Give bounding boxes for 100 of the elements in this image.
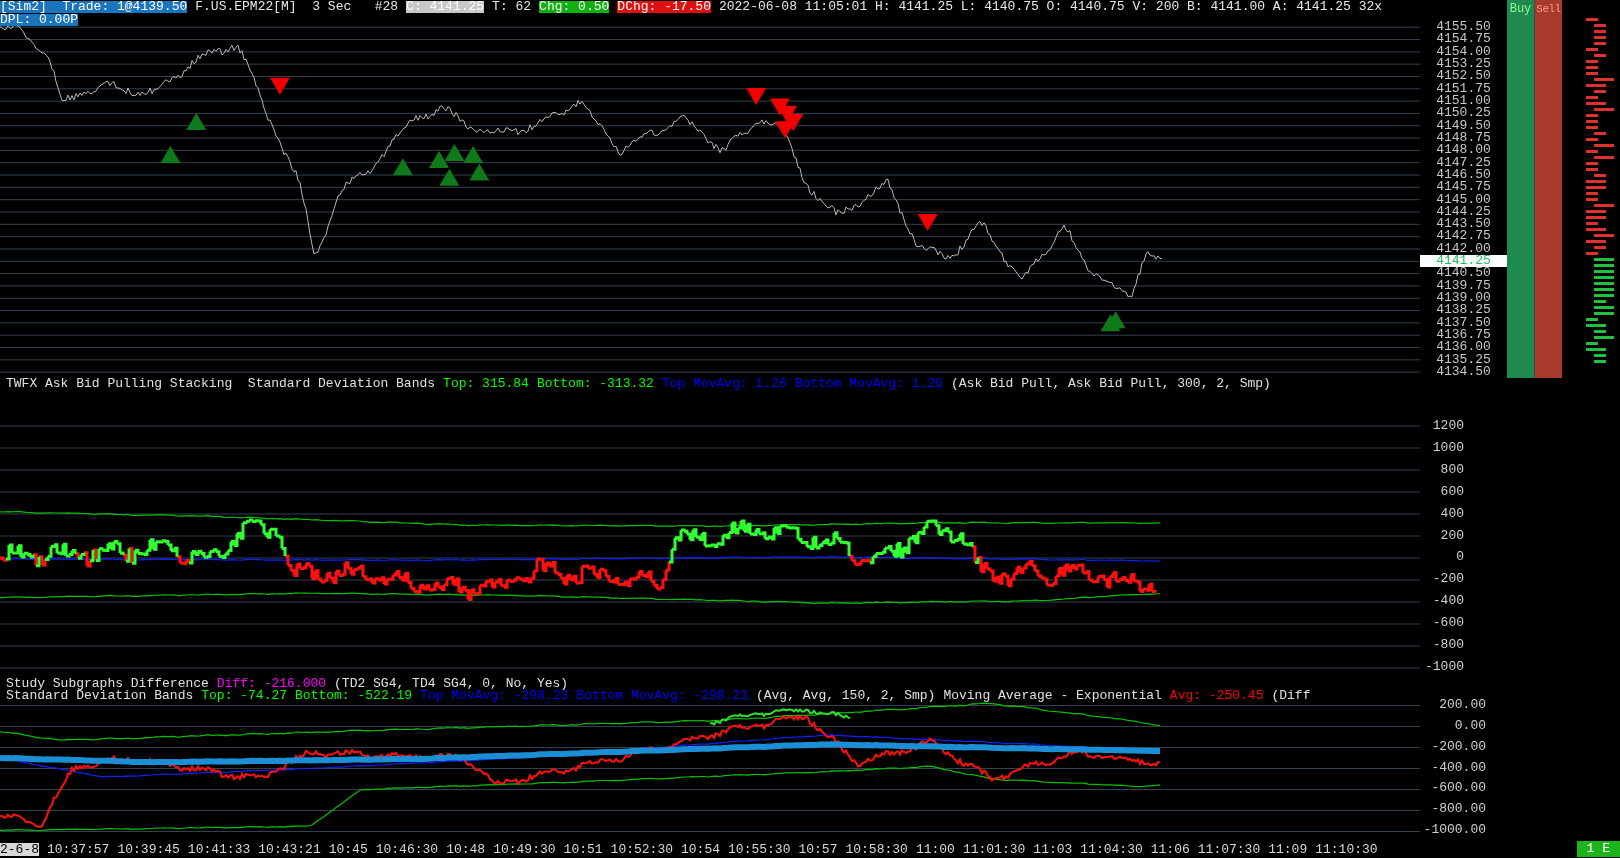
time-axis-label: 10:48 bbox=[446, 842, 486, 856]
panel-label-text: Chg: 0.50 bbox=[539, 0, 610, 13]
panel-label-text: Standard Deviation Bands bbox=[6, 690, 194, 702]
time-axis-label: 11:04:30 bbox=[1080, 842, 1143, 856]
panel-label-text: Top MovAvg: -298.23 bbox=[420, 690, 569, 702]
time-axis-label: 11:01:30 bbox=[962, 842, 1026, 856]
panel-label-text: Bottom MovAvg: -298.23 bbox=[576, 690, 748, 702]
panel-label-text: (Ask Bid Pull, Ask Bid Pull, 300, 2, Smp) bbox=[951, 378, 1271, 390]
time-axis-label: 10:51 bbox=[563, 842, 603, 856]
status-indicator: 1 E bbox=[1576, 841, 1620, 857]
oscillator-axis-label: -200 bbox=[1431, 570, 1464, 589]
time-axis-label: 10:37:57 bbox=[47, 842, 110, 856]
oscillator-axis-label: -600 bbox=[1431, 614, 1464, 633]
panel-label-text: Avg: -250.45 bbox=[1169, 690, 1264, 702]
price-axis-label: 4148.00 bbox=[1435, 144, 1492, 157]
time-axis-label: 11:03 bbox=[1033, 842, 1073, 856]
price-axis-label: 4136.75 bbox=[1435, 328, 1492, 342]
oscillator-axis-label: -1000 bbox=[1424, 658, 1464, 677]
price-axis-label: 4151.00 bbox=[1435, 94, 1492, 108]
price-axis-label: 4151.75 bbox=[1435, 82, 1492, 95]
panel-label-text: Diff: -216.000 bbox=[216, 678, 327, 690]
up-triangle-marker bbox=[439, 168, 460, 186]
panel-label-text: T: 62 bbox=[492, 0, 532, 13]
time-axis-label: 11:00 bbox=[915, 842, 955, 856]
time-axis-label: 10:46:30 bbox=[375, 842, 439, 856]
price-axis-label: 4145.75 bbox=[1435, 181, 1492, 194]
price-axis-label: 4136.00 bbox=[1435, 341, 1492, 354]
oscillator-axis-label: 600 bbox=[1439, 482, 1464, 501]
difference-axis-label: -400.00 bbox=[1430, 758, 1486, 777]
price-axis-label: 4149.50 bbox=[1435, 119, 1492, 132]
price-axis-label: 4139.00 bbox=[1435, 291, 1492, 305]
up-triangle-marker bbox=[463, 145, 484, 163]
price-axis-label: 4141.25 bbox=[1420, 254, 1507, 268]
time-axis-label: 11:09 bbox=[1268, 842, 1308, 856]
price-axis-label: 4139.75 bbox=[1435, 279, 1492, 292]
price-axis-label: 4155.50 bbox=[1435, 21, 1492, 34]
panel-label-text: (Diff bbox=[1271, 690, 1311, 702]
up-triangle-marker bbox=[392, 158, 413, 176]
price-axis-label: 4154.00 bbox=[1435, 45, 1492, 58]
buy-label: Buy bbox=[1509, 3, 1532, 15]
price-axis-label: 4152.50 bbox=[1435, 70, 1492, 83]
panel-label-text: Moving Average - Exponential bbox=[943, 690, 1162, 702]
price-axis-label: 4142.00 bbox=[1435, 242, 1492, 255]
panel-label-text: (TD2 SG4, TD4 SG4, 0, No, Yes) bbox=[334, 678, 569, 690]
down-triangle-marker bbox=[746, 88, 767, 106]
dpl-text: DPL: 0.00P bbox=[0, 13, 78, 26]
price-axis-label: 4146.50 bbox=[1435, 168, 1492, 182]
up-triangle-marker bbox=[186, 112, 207, 130]
oscillator-axis-label: 1000 bbox=[1431, 438, 1464, 457]
panel-label-text: [Sim2] Trade: 1@4139.50 bbox=[0, 0, 188, 13]
up-triangle-marker bbox=[160, 145, 181, 163]
panel-label-text: Top: -74.27 bbox=[201, 690, 288, 702]
down-triangle-marker bbox=[269, 77, 290, 95]
oscillator-axis-label: -400 bbox=[1431, 592, 1464, 611]
time-axis-label: 10:43:21 bbox=[258, 842, 321, 856]
time-axis-label: 10:45 bbox=[328, 842, 368, 856]
panel-label-text: 2022-06-08 11:05:01 H: 4141.25 L: 4140.75 O: 4140.75 V: 200 B: 4141.00 A: 4141.25 32x bbox=[718, 0, 1383, 13]
time-axis-label: 11:06 bbox=[1150, 842, 1190, 856]
panel-label-text: DChg: -17.50 bbox=[617, 0, 711, 13]
time-axis-label: 2-6-8 bbox=[0, 842, 39, 856]
up-triangle-marker bbox=[444, 143, 465, 161]
time-axis-label: 10:55:30 bbox=[728, 842, 791, 856]
panel-label-text: Top: 315.84 bbox=[443, 378, 529, 390]
price-axis-label: 4147.25 bbox=[1435, 156, 1492, 169]
panel-label-text: (Avg, Avg, 150, 2, Smp) bbox=[755, 690, 936, 702]
price-axis-label: 4144.25 bbox=[1435, 205, 1492, 218]
panel-label-text: Study Subgraphs Difference bbox=[6, 678, 209, 690]
panel-label-text: Bottom: -522.19 bbox=[295, 690, 413, 702]
price-axis-label: 4154.75 bbox=[1435, 33, 1492, 46]
time-axis-label: 10:52:30 bbox=[610, 842, 673, 856]
time-axis-label: 11:07:30 bbox=[1197, 842, 1261, 856]
price-axis-label: 4134.50 bbox=[1435, 365, 1492, 379]
down-triangle-marker bbox=[917, 214, 938, 232]
price-axis-label: 4143.50 bbox=[1435, 218, 1492, 231]
price-axis-label: 4140.50 bbox=[1435, 267, 1492, 280]
oscillator-axis-label: 0 bbox=[1455, 548, 1464, 567]
time-axis-label: 10:58:30 bbox=[845, 842, 908, 856]
panel-label-text: F.US.EPM22[M] 3 Sec #28 bbox=[195, 0, 399, 13]
oscillator-axis-label: 800 bbox=[1439, 460, 1464, 479]
panel-label-text: TWFX Ask Bid Pulling Stacking Standard Deviation Bands bbox=[6, 378, 436, 390]
price-axis-label: 4150.25 bbox=[1435, 107, 1492, 120]
sell-label: Sell bbox=[1536, 3, 1561, 15]
panel-label-text: Top MovAvg: 1.26 bbox=[661, 378, 787, 390]
time-axis-label: 10:49:30 bbox=[493, 842, 556, 856]
time-axis-label: 11:10:30 bbox=[1315, 842, 1378, 856]
price-axis-label: 4135.25 bbox=[1435, 353, 1492, 366]
time-axis-label: 10:41:33 bbox=[187, 842, 251, 856]
time-axis-label: 10:54 bbox=[681, 842, 721, 856]
time-axis-label: 10:57 bbox=[798, 842, 838, 856]
panel-label-text: Bottom MovAvg: 1.26 bbox=[794, 378, 943, 390]
difference-axis-label: -600.00 bbox=[1430, 779, 1486, 798]
up-triangle-marker bbox=[469, 163, 490, 181]
up-triangle-marker bbox=[429, 151, 449, 169]
price-axis-label: 4145.00 bbox=[1435, 193, 1492, 206]
difference-axis-label: 200.00 bbox=[1438, 696, 1486, 715]
price-axis-label: 4153.25 bbox=[1435, 57, 1492, 71]
difference-axis-label: -1000.00 bbox=[1422, 820, 1486, 839]
oscillator-axis-label: 1200 bbox=[1431, 416, 1464, 435]
time-axis-label: 10:39:45 bbox=[117, 842, 180, 856]
price-axis-label: 4142.75 bbox=[1435, 230, 1492, 243]
